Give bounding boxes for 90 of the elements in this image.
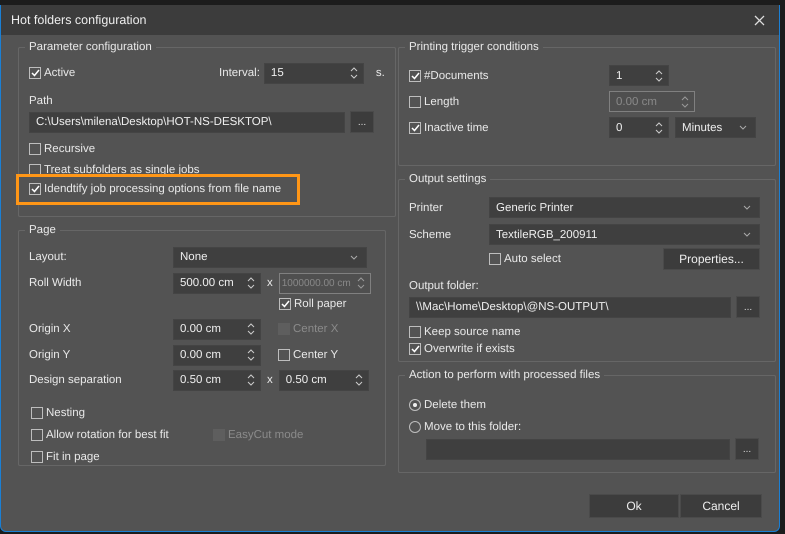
checkbox-label: Keep source name: [424, 326, 521, 338]
browse-button[interactable]: ...: [350, 111, 374, 133]
checkbox[interactable]: [29, 143, 41, 155]
spin-field[interactable]: 0.00 cm: [173, 318, 261, 340]
checkbox[interactable]: [489, 253, 501, 265]
dropdown[interactable]: Minutes: [675, 117, 756, 138]
spin-arrows-icon[interactable]: [246, 275, 256, 291]
dialog-button[interactable]: Ok: [589, 494, 679, 518]
group-title: Page: [28, 224, 57, 236]
field-label: Roll Width: [29, 277, 82, 289]
chevron-down-icon: [739, 125, 747, 130]
field-label: Origin X: [29, 323, 72, 335]
group-title: Output settings: [408, 173, 488, 185]
spin-arrows-icon[interactable]: [348, 65, 359, 81]
checkbox[interactable]: [409, 122, 421, 134]
dialog-button[interactable]: Cancel: [680, 494, 762, 518]
browse-button[interactable]: ...: [736, 296, 760, 318]
spin-arrows-icon[interactable]: [246, 321, 256, 337]
dropdown[interactable]: None: [173, 246, 367, 268]
checkbox-label: Length: [424, 96, 460, 108]
checkbox-label: Inactive time: [424, 122, 489, 134]
checkbox-label: Fit in page: [46, 451, 100, 463]
checkbox[interactable]: [409, 342, 421, 354]
checkbox[interactable]: [29, 164, 41, 176]
checkmark-icon: [410, 344, 420, 352]
checkmark-icon: [410, 72, 420, 80]
checkbox-label: Allow rotation for best fit: [46, 429, 169, 441]
properties-button[interactable]: Properties...: [663, 248, 760, 270]
times-sign: x: [267, 374, 273, 386]
field-label: Origin Y: [29, 349, 72, 361]
browse-button[interactable]: ...: [735, 438, 759, 460]
spin-arrows-icon[interactable]: [246, 347, 256, 363]
checkbox-label: Auto select: [504, 253, 561, 265]
checkbox[interactable]: [279, 298, 291, 310]
checkbox-label: Center Y: [293, 349, 338, 361]
radio-button[interactable]: [409, 399, 421, 411]
checkbox[interactable]: [29, 67, 41, 79]
folder-field[interactable]: \\Mac\Home\Desktop\@NS-OUTPUT\: [409, 296, 731, 318]
checkmark-icon: [410, 124, 420, 132]
checkbox[interactable]: [29, 183, 41, 195]
spin-field[interactable]: 0.50 cm: [173, 370, 261, 390]
group-title: Parameter configuration: [28, 41, 153, 53]
checkbox-label: Roll paper: [294, 298, 346, 310]
checkbox[interactable]: [31, 451, 43, 463]
group-title: Action to perform with processed files: [408, 369, 602, 381]
spin-arrows-icon[interactable]: [654, 120, 664, 136]
field-label: Printer: [409, 202, 444, 214]
window-title: Hot folders configuration: [11, 13, 146, 27]
checkbox-label: Nesting: [46, 407, 85, 419]
checkbox[interactable]: [409, 326, 421, 338]
field-label: Output folder:: [409, 280, 479, 292]
spin-arrows-icon[interactable]: [246, 372, 256, 388]
checkmark-icon: [30, 185, 40, 193]
field-label: Layout:: [29, 251, 68, 263]
radio-label: Move to this folder:: [424, 421, 522, 433]
dropdown[interactable]: Generic Printer: [489, 197, 760, 218]
checkmark-icon: [280, 300, 290, 308]
chevron-down-icon: [743, 205, 751, 210]
times-sign: x: [267, 277, 273, 289]
chevron-down-icon: [743, 232, 751, 237]
unit-label: s.: [376, 67, 385, 79]
spin-arrows-icon[interactable]: [354, 372, 364, 388]
checkbox-label: Active: [44, 67, 76, 79]
spin-arrows-icon[interactable]: [654, 68, 664, 84]
checkbox-label: #Documents: [424, 70, 489, 82]
checkbox[interactable]: [31, 407, 43, 419]
field-label: Interval:: [219, 67, 260, 79]
group-title: Printing trigger conditions: [408, 41, 540, 53]
checkbox[interactable]: [31, 429, 43, 441]
spin-field[interactable]: 0.50 cm: [278, 370, 369, 390]
field-label: Scheme: [409, 228, 452, 240]
close-icon[interactable]: [754, 14, 765, 26]
checkbox-label: Idendtify job processing options from file name: [44, 183, 282, 195]
path-field[interactable]: C:\Users\milena\Desktop\HOT-NS-DESKTOP\: [29, 112, 345, 132]
field-label: Design separation: [29, 374, 123, 386]
spin-field[interactable]: 0.00 cm: [173, 344, 261, 366]
spin-field[interactable]: 15: [264, 62, 364, 84]
chevron-down-icon: [350, 254, 358, 260]
field-label: Path: [29, 95, 53, 107]
checkbox-label: Recursive: [44, 143, 96, 155]
spin-field[interactable]: 500.00 cm: [173, 272, 261, 294]
checkmark-icon: [30, 69, 40, 77]
radio-label: Delete them: [424, 399, 486, 411]
spin-field[interactable]: 0: [609, 117, 669, 138]
checkbox[interactable]: [409, 70, 421, 82]
radio-button[interactable]: [409, 421, 421, 433]
dropdown[interactable]: TextileRGB_200911: [489, 224, 760, 245]
spin-field[interactable]: 1: [609, 65, 669, 86]
checkbox-label: Overwrite if exists: [424, 342, 515, 354]
checkbox[interactable]: [278, 349, 290, 361]
